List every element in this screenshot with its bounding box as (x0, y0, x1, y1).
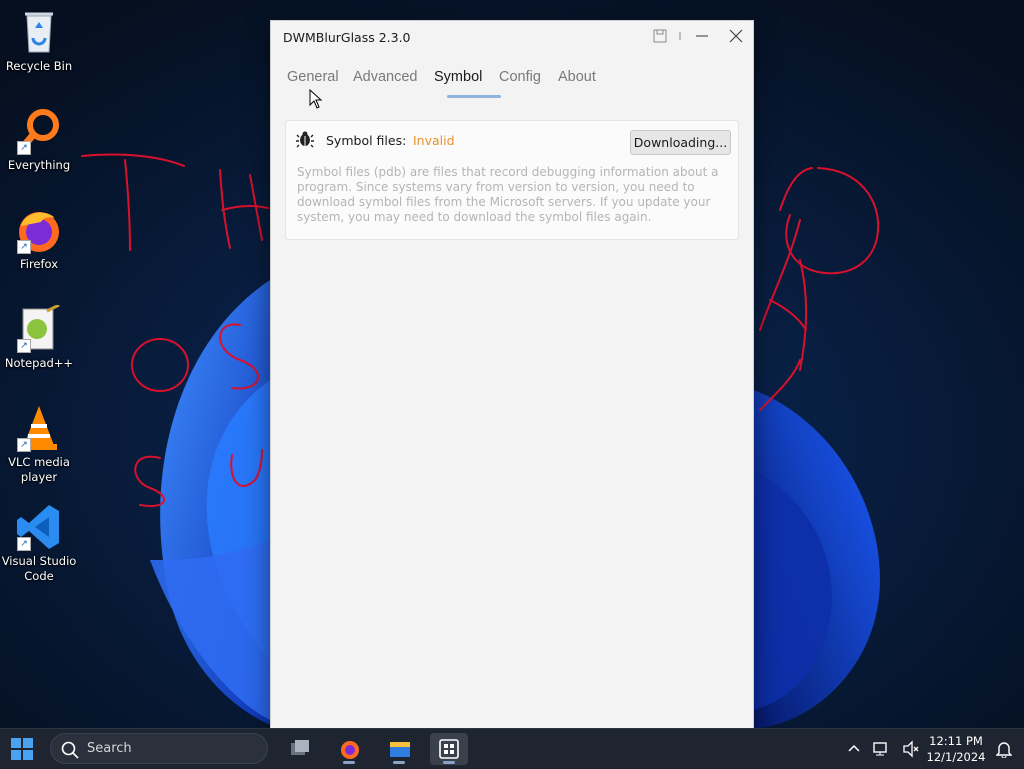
active-tab-indicator (447, 95, 501, 98)
symbol-files-label: Symbol files: (326, 133, 407, 148)
notepad-plus-plus-icon: ↗ (15, 305, 63, 353)
taskbar: Search 12:11 PM 12/1/2024 (0, 728, 1024, 769)
minimize-button[interactable] (685, 21, 719, 51)
taskbar-dwmblurglass[interactable] (430, 733, 468, 765)
running-indicator (343, 761, 355, 764)
volume-muted-icon (903, 740, 919, 758)
tab-config[interactable]: Config (499, 69, 541, 85)
bell-icon (995, 742, 1013, 759)
close-button[interactable] (719, 21, 753, 51)
save-icon (653, 29, 667, 43)
tray-overflow-button[interactable] (846, 729, 864, 769)
desktop-icon-label: Visual Studio Code (1, 554, 77, 583)
chevron-up-icon (848, 744, 860, 752)
symbol-files-card: Symbol files: Invalid Downloading... Sym… (285, 120, 739, 240)
everything-search-icon: ↗ (15, 107, 63, 155)
task-view-icon (291, 740, 309, 755)
windows-logo-icon (11, 738, 33, 760)
close-icon (729, 29, 743, 43)
minimize-icon (696, 35, 708, 37)
clock-time: 12:11 PM (929, 734, 983, 748)
taskbar-search-box[interactable]: Search (50, 733, 268, 764)
desktop-icon-vscode[interactable]: ↗ Visual Studio Code (0, 503, 78, 584)
window-title: DWMBlurGlass 2.3.0 (283, 30, 411, 45)
running-indicator (443, 761, 455, 764)
desktop-icon-recycle-bin[interactable]: Recycle Bin (0, 8, 78, 74)
shortcut-arrow-icon: ↗ (17, 240, 31, 254)
vscode-icon: ↗ (15, 503, 63, 551)
vlc-icon: ↗ (15, 404, 63, 452)
symbol-files-description: Symbol files (pdb) are files that record… (297, 165, 719, 224)
dwmblurglass-app-icon (439, 739, 459, 759)
shortcut-arrow-icon: ↗ (17, 438, 31, 452)
tray-volume-button[interactable] (902, 729, 922, 769)
window-titlebar[interactable]: DWMBlurGlass 2.3.0 (271, 21, 755, 53)
tab-general[interactable]: General (287, 69, 339, 85)
shortcut-arrow-icon: ↗ (17, 537, 31, 551)
desktop-icon-label: VLC media player (8, 455, 70, 484)
file-explorer-icon (390, 742, 410, 757)
desktop-icon-label: Notepad++ (4, 356, 74, 370)
desktop-icon-label: Firefox (19, 257, 59, 271)
notifications-button[interactable] (995, 729, 1016, 769)
tab-advanced[interactable]: Advanced (353, 69, 418, 85)
firefox-icon: ↗ (15, 206, 63, 254)
tray-network-button[interactable] (872, 729, 892, 769)
taskbar-file-explorer[interactable] (380, 733, 418, 765)
taskbar-firefox[interactable] (330, 733, 368, 765)
recycle-bin-icon (15, 8, 63, 56)
tab-symbol[interactable]: Symbol (434, 69, 482, 85)
shortcut-arrow-icon: ↗ (17, 141, 31, 155)
mouse-cursor-icon (309, 89, 323, 109)
start-button[interactable] (10, 737, 36, 761)
dwmblurglass-window: DWMBlurGlass 2.3.0 General Advanced Symb… (270, 20, 754, 740)
network-icon (873, 742, 887, 756)
running-indicator (393, 761, 405, 764)
taskbar-clock[interactable]: 12:11 PM 12/1/2024 (920, 733, 992, 765)
search-icon (61, 741, 79, 759)
symbol-status-value: Invalid (413, 133, 455, 148)
desktop-icon-notepadpp[interactable]: ↗ Notepad++ (0, 305, 78, 371)
desktop-icon-firefox[interactable]: ↗ Firefox (0, 206, 78, 272)
taskbar-task-view[interactable] (280, 733, 318, 765)
desktop-icon-everything[interactable]: ↗ Everything (0, 107, 78, 173)
desktop-icon-label: Recycle Bin (5, 59, 73, 73)
desktop-icon-vlc[interactable]: ↗ VLC media player (0, 404, 78, 485)
firefox-icon (341, 741, 359, 759)
bug-icon (296, 131, 314, 148)
search-label: Search (87, 741, 132, 756)
tab-about[interactable]: About (558, 69, 596, 85)
desktop-icon-label: Everything (7, 158, 71, 172)
downloading-button[interactable]: Downloading... (630, 130, 731, 155)
shortcut-arrow-icon: ↗ (17, 339, 31, 353)
clock-date: 12/1/2024 (926, 750, 986, 764)
